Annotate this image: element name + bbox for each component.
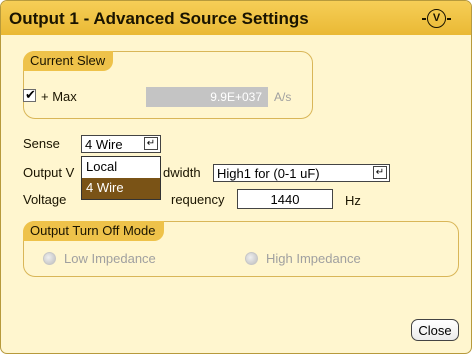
frequency-label-left: Voltage bbox=[23, 192, 67, 207]
title-bar: Output 1 - Advanced Source Settings V bbox=[1, 1, 471, 35]
high-impedance-radio[interactable] bbox=[245, 252, 258, 265]
current-slew-value-field: 9.9E+037 bbox=[146, 87, 268, 107]
sense-selected-value: 4 Wire bbox=[85, 137, 123, 152]
max-checkbox[interactable] bbox=[23, 87, 36, 103]
current-slew-unit: A/s bbox=[274, 90, 292, 104]
frequency-input[interactable]: 1440 bbox=[237, 189, 333, 209]
output-voltage-bandwidth-select[interactable]: High1 for (0-1 uF) ↵ bbox=[213, 164, 390, 182]
high-impedance-label: High Impedance bbox=[266, 251, 361, 266]
sense-dropdown-list: Local 4 Wire bbox=[81, 156, 161, 200]
output-turn-off-mode-group: Output Turn Off Mode bbox=[23, 221, 459, 277]
dialog-window: Output 1 - Advanced Source Settings V Cu… bbox=[0, 0, 472, 354]
max-checkbox-label: + Max bbox=[41, 89, 77, 104]
sense-option-4-wire[interactable]: 4 Wire bbox=[82, 178, 160, 199]
output-voltage-bandwidth-label-right: dwidth bbox=[163, 165, 201, 180]
frequency-unit: Hz bbox=[345, 193, 361, 208]
sense-label: Sense bbox=[23, 136, 60, 151]
close-button[interactable]: Close bbox=[411, 319, 459, 341]
sense-option-local[interactable]: Local bbox=[82, 157, 160, 178]
enter-icon[interactable]: ↵ bbox=[144, 137, 158, 150]
low-impedance-label: Low Impedance bbox=[64, 251, 156, 266]
sense-select[interactable]: 4 Wire ↵ bbox=[81, 135, 161, 153]
output-turn-off-mode-label: Output Turn Off Mode bbox=[23, 221, 164, 241]
bandwidth-selected-value: High1 for (0-1 uF) bbox=[217, 166, 320, 181]
current-slew-group: Current Slew bbox=[23, 51, 313, 119]
dialog-title: Output 1 - Advanced Source Settings bbox=[9, 9, 309, 28]
voltage-circle-icon: V bbox=[422, 9, 451, 28]
current-slew-label: Current Slew bbox=[23, 51, 114, 71]
enter-icon[interactable]: ↵ bbox=[373, 166, 387, 179]
output-voltage-bandwidth-label-left: Output V bbox=[23, 165, 75, 180]
frequency-label-right: requency bbox=[171, 192, 225, 207]
low-impedance-radio[interactable] bbox=[43, 252, 56, 265]
